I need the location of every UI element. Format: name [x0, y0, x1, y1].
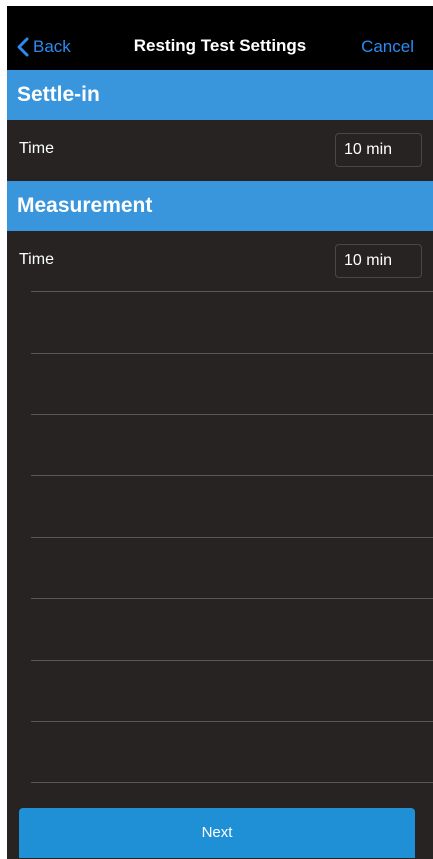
list-separator: [31, 353, 433, 354]
resting-test-settings-screen: Back Resting Test Settings Cancel Settle…: [7, 6, 433, 859]
settle-in-time-row[interactable]: Time 10 min: [7, 120, 433, 180]
list-separator: [31, 414, 433, 415]
list-separator: [31, 537, 433, 538]
cancel-button[interactable]: Cancel: [361, 37, 414, 57]
list-separator: [31, 598, 433, 599]
list-separator: [31, 721, 433, 722]
section-header-measurement: Measurement: [7, 181, 433, 231]
list-separator: [31, 291, 433, 292]
measurement-time-field[interactable]: 10 min: [335, 244, 422, 278]
list-separator: [31, 782, 433, 783]
row-label: Time: [19, 251, 54, 268]
list-separator: [31, 660, 433, 661]
next-button[interactable]: Next: [19, 808, 415, 858]
settle-in-time-field[interactable]: 10 min: [335, 133, 422, 167]
row-label: Time: [19, 140, 54, 157]
list-separator: [31, 475, 433, 476]
navigation-bar: Back Resting Test Settings Cancel: [7, 6, 433, 70]
section-header-settle-in: Settle-in: [7, 70, 433, 120]
measurement-time-row[interactable]: Time 10 min: [7, 231, 433, 291]
